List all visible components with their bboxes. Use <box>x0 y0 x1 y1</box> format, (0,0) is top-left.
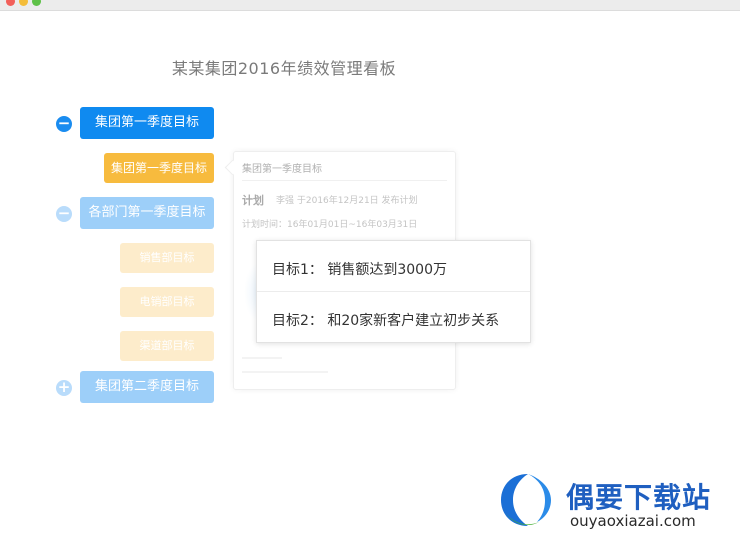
goal-item[interactable]: 目标1： 销售额达到3000万 <box>272 259 447 279</box>
tree-node-channel-dept[interactable]: 渠道部目标 <box>120 331 214 361</box>
tree-node-telesales-dept[interactable]: 电销部目标 <box>120 287 214 317</box>
plus-circle-icon[interactable]: + <box>56 380 72 396</box>
card-divider <box>242 180 447 181</box>
card-header: 集团第一季度目标 <box>242 164 322 175</box>
goal-item[interactable]: 目标2： 和20家新客户建立初步关系 <box>272 310 499 330</box>
page-title: 某某集团2016年绩效管理看板 <box>171 59 397 78</box>
maximize-icon[interactable] <box>32 0 41 6</box>
window-titlebar <box>0 0 740 11</box>
card-placeholder-line <box>242 357 282 359</box>
plan-meta: 李强 于2016年12月21日 发布计划 <box>276 196 418 206</box>
tree-node-departments-q1[interactable]: 各部门第一季度目标 <box>80 197 214 229</box>
close-icon[interactable] <box>6 0 15 6</box>
card-placeholder-line <box>242 371 328 373</box>
watermark-name: 偶要下载站 <box>566 481 712 514</box>
plan-time-range: 计划时间：16年01月01日~16年03月31日 <box>242 220 418 230</box>
minus-circle-icon[interactable]: − <box>56 116 72 132</box>
popup-divider <box>257 291 530 292</box>
tree-node-group-q1-selected[interactable]: 集团第一季度目标 <box>104 153 214 183</box>
tree-node-group-q2[interactable]: 集团第二季度目标 <box>80 371 214 403</box>
minus-circle-icon[interactable]: − <box>56 206 72 222</box>
watermark-url: ouyaoxiazai.com <box>570 512 696 530</box>
goals-popup: 目标1： 销售额达到3000万 目标2： 和20家新客户建立初步关系 <box>256 240 531 343</box>
ouyao-logo-icon <box>495 470 561 530</box>
tree-node-group-q1[interactable]: 集团第一季度目标 <box>80 107 214 139</box>
tree-node-sales-dept[interactable]: 销售部目标 <box>120 243 214 273</box>
minimize-icon[interactable] <box>19 0 28 6</box>
plan-label: 计划 <box>242 194 264 207</box>
